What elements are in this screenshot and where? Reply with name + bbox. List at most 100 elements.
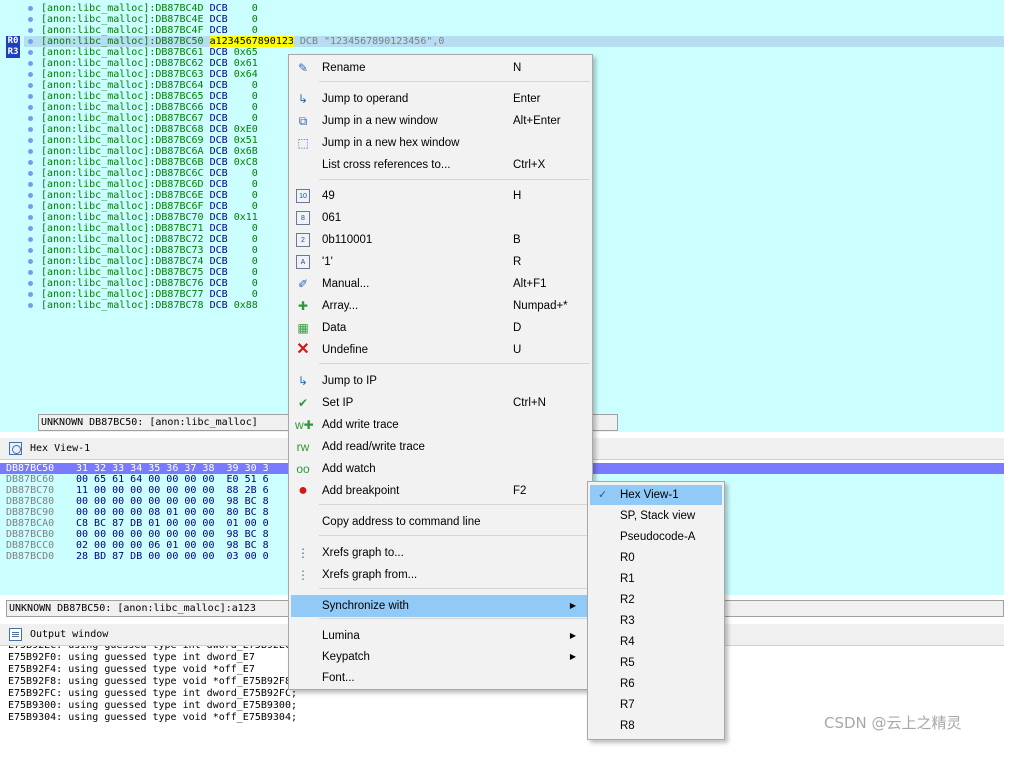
submenu-item-r7[interactable]: R7 [590,695,722,715]
breakpoint-dot-icon[interactable] [28,160,33,165]
breakpoint-dot-icon[interactable] [28,270,33,275]
menu-item-0b110001[interactable]: 2 0b110001 B [291,229,590,251]
menu-item-jump-in-a-new-hex-window[interactable]: ⬚ Jump in a new hex window [291,132,590,154]
disasm-line[interactable]: [anon:libc_malloc]:DB87BC4E DCB 0 [24,14,1004,25]
menu-item-jump-to-operand[interactable]: ↳ Jump to operand Enter [291,88,590,110]
breakpoint-dot-icon[interactable] [28,127,33,132]
breakpoint-dot-icon[interactable] [28,17,33,22]
menu-item-rename[interactable]: ✎ Rename N [291,57,590,79]
menu-item-xrefs-graph-from[interactable]: ⋮ Xrefs graph from... [291,564,590,586]
submenu-item-hex-view-1[interactable]: ✓ Hex View-1 [590,485,722,505]
breakpoint-dot-icon[interactable] [28,94,33,99]
breakpoint-dot-icon[interactable] [28,149,33,154]
disasm-line[interactable]: [anon:libc_malloc]:DB87BC50 a12345678901… [24,36,1004,47]
breakpoint-dot-icon[interactable] [28,259,33,264]
breakpoint-dot-icon[interactable] [28,193,33,198]
submenu-item-r6[interactable]: R6 [590,674,722,694]
menu-item-shortcut: R [513,256,522,268]
breakpoint-dot-icon[interactable] [28,204,33,209]
disasm-value: 0xC8 [233,157,258,168]
submenu-item-label: R8 [620,720,635,732]
submenu-item-label: R7 [620,699,635,711]
disasm-line[interactable]: [anon:libc_malloc]:DB87BC4F DCB 0 [24,25,1004,36]
breakpoint-dot-icon[interactable] [28,6,33,11]
hex-row-bytes[interactable]: 02 00 00 00 06 01 00 00 98 BC 8 [76,540,269,551]
breakpoint-dot-icon[interactable] [28,248,33,253]
breakpoint-dot-icon[interactable] [28,292,33,297]
breakpoint-dot-icon[interactable] [28,72,33,77]
hex-row-bytes[interactable]: 00 65 61 64 00 00 00 00 E0 51 6 [76,474,269,485]
submenu-item-r4[interactable]: R4 [590,632,722,652]
disasm-line[interactable]: [anon:libc_malloc]:DB87BC4D DCB 0 [24,3,1004,14]
breakpoint-dot-icon[interactable] [28,281,33,286]
breakpoint-dot-icon[interactable] [28,28,33,33]
menu-item-shortcut: Enter [513,93,541,105]
menu-item-jump-in-a-new-window[interactable]: ⧉ Jump in a new window Alt+Enter [291,110,590,132]
hex-row-bytes[interactable]: 11 00 00 00 00 00 00 00 88 2B 6 [76,485,269,496]
breakpoint-dot-icon[interactable] [28,39,33,44]
menu-item-061[interactable]: 8 061 [291,207,590,229]
disasm-mnemonic: DCB [209,146,228,157]
menu-item-list-cross-references-to[interactable]: List cross references to... Ctrl+X [291,154,590,176]
breakpoint-dot-icon[interactable] [28,237,33,242]
menu-item-set-ip[interactable]: ✔ Set IP Ctrl+N [291,392,590,414]
hex-row-bytes[interactable]: C8 BC 87 DB 01 00 00 00 01 00 0 [76,518,269,529]
breakpoint-dot-icon[interactable] [28,116,33,121]
menu-item-shortcut: Alt+Enter [513,115,561,127]
menu-item-add-write-trace[interactable]: w✚ Add write trace [291,414,590,436]
disasm-value: 0 [233,190,258,201]
hex-row-bytes[interactable]: 00 00 00 00 00 00 00 00 98 BC 8 [76,496,269,507]
disasm-address: [anon:libc_malloc]:DB87BC6E [41,190,204,201]
submenu-item-sp-stack-view[interactable]: SP, Stack view [590,506,722,526]
disasm-mnemonic: DCB [209,80,228,91]
menu-item-1[interactable]: A '1' R [291,251,590,273]
menu-item-keypatch[interactable]: Keypatch ▶ [291,646,590,668]
menu-item-array[interactable]: ✚ Array... Numpad+* [291,295,590,317]
submenu-item-r5[interactable]: R5 [590,653,722,673]
disasm-line-text: [anon:libc_malloc]:DB87BC6D DCB 0 [41,179,258,190]
menu-item-data[interactable]: ▦ Data D [291,317,590,339]
menu-item-jump-to-ip[interactable]: ↳ Jump to IP [291,370,590,392]
hex-row-bytes[interactable]: 31 32 33 34 35 36 37 38 39 30 3 [76,463,269,474]
breakpoint-dot-icon[interactable] [28,50,33,55]
menu-item-manual[interactable]: ✐ Manual... Alt+F1 [291,273,590,295]
breakpoint-dot-icon[interactable] [28,61,33,66]
menu-item-shortcut: F2 [513,485,527,497]
menu-item-synchronize-with[interactable]: Synchronize with ▶ [291,595,590,617]
submenu-item-r2[interactable]: R2 [590,590,722,610]
hex-row-bytes[interactable]: 00 00 00 00 08 01 00 00 80 BC 8 [76,507,269,518]
menu-item-lumina[interactable]: Lumina ▶ [291,625,590,647]
menu-item-add-read-write-trace[interactable]: rw Add read/write trace [291,436,590,458]
submenu-item-r8[interactable]: R8 [590,716,722,736]
submenu-item-r0[interactable]: R0 [590,548,722,568]
breakpoint-dot-icon[interactable] [28,138,33,143]
breakpoint-dot-icon[interactable] [28,182,33,187]
menu-item-label: Font... [322,672,355,684]
disasm-label[interactable]: a1234567890123 [209,36,294,47]
menu-item-font[interactable]: Font... [291,667,590,689]
menu-item-add-breakpoint[interactable]: ● Add breakpoint F2 [291,480,590,502]
hex-view-icon [9,442,22,455]
decimal-icon: 10 [296,189,310,203]
menu-item-add-watch[interactable]: oo Add watch [291,458,590,480]
menu-item-49[interactable]: 10 49 H [291,185,590,207]
breakpoint-dot-icon[interactable] [28,171,33,176]
disasm-value: 0 [233,223,258,234]
menu-item-copy-address-to-command-line[interactable]: Copy address to command line [291,511,590,533]
menu-item-xrefs-graph-to[interactable]: ⋮ Xrefs graph to... [291,542,590,564]
breakpoint-dot-icon[interactable] [28,215,33,220]
submenu-item-pseudocode-a[interactable]: Pseudocode-A [590,527,722,547]
hex-row-bytes[interactable]: 28 BD 87 DB 00 00 00 00 03 00 0 [76,551,269,562]
breakpoint-dot-icon[interactable] [28,83,33,88]
disasm-mnemonic: DCB [209,234,228,245]
breakpoint-dot-icon[interactable] [28,226,33,231]
breakpoint-dot-icon[interactable] [28,105,33,110]
submenu-item-r3[interactable]: R3 [590,611,722,631]
breakpoint-dot-icon[interactable] [28,303,33,308]
hex-row-address: DB87BC80 [6,496,55,507]
hex-row-bytes[interactable]: 00 00 00 00 00 00 00 00 98 BC 8 [76,529,269,540]
submenu-item-r1[interactable]: R1 [590,569,722,589]
menu-item-undefine[interactable]: ✕ Undefine U [291,339,590,361]
disasm-address: [anon:libc_malloc]:DB87BC6B [41,157,204,168]
submenu-arrow-icon: ▶ [569,601,576,610]
